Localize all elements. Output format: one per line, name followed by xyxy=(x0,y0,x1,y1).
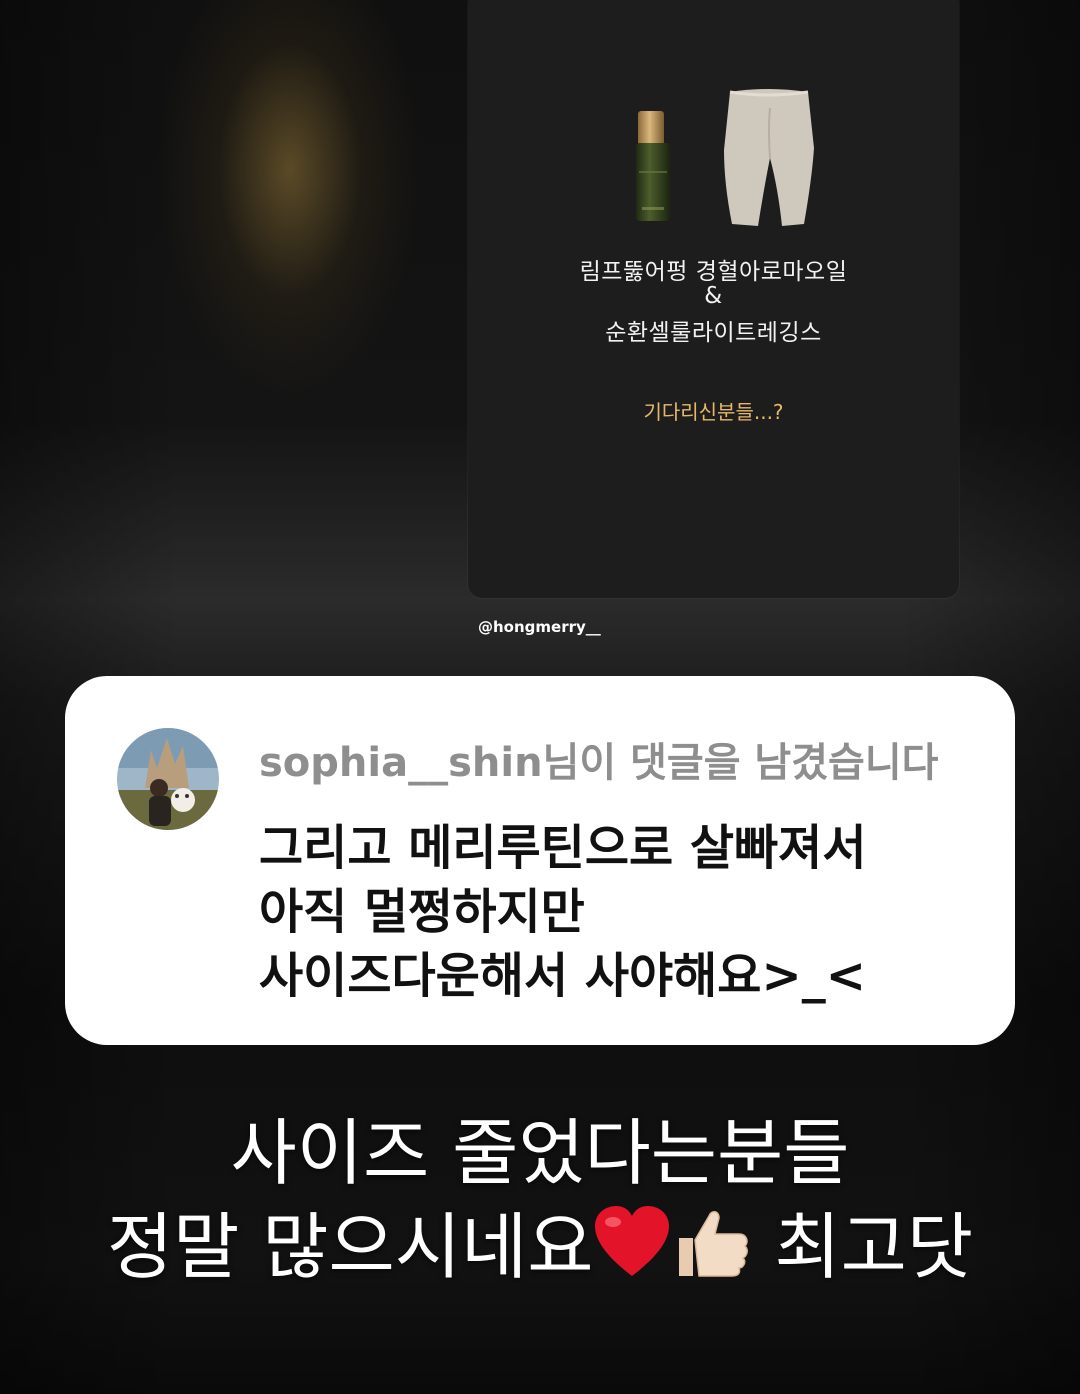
product-name-oil: 림프뚫어펑 경혈아로마오일 xyxy=(579,259,848,285)
product-name-leggings: 순환셀룰라이트레깅스 xyxy=(605,320,822,346)
heart-icon xyxy=(593,1206,671,1295)
product-ampersand: & xyxy=(704,283,723,309)
avatar-photo xyxy=(117,728,219,830)
comment-header: sophia__shin님이 댓글을 남겼습니다 xyxy=(259,740,939,786)
aroma-oil-bottle-image xyxy=(636,111,670,221)
caption-line-2: 정말 많으시네요 최고닷 xyxy=(0,1188,1080,1295)
comment-text-line-1: 그리고 메리루틴으로 살빠져서 xyxy=(259,820,867,876)
comment-text-line-3: 사이즈다운해서 사야해요>_< xyxy=(259,948,866,1004)
caption-line-2-end: 최고닷 xyxy=(774,1205,974,1289)
avatar[interactable] xyxy=(117,728,219,830)
comment-text-line-2: 아직 멀쩡하지만 xyxy=(259,884,585,940)
story-question: 기다리신분들...? xyxy=(643,400,784,424)
leggings-image xyxy=(724,89,814,226)
caption-line-1: 사이즈 줄었다는분들 xyxy=(230,1111,850,1195)
caption-line-2-text: 정말 많으시네요 xyxy=(106,1205,594,1289)
credit-username-link[interactable]: @hongmerry__ xyxy=(478,618,601,636)
story-screen: 림프뚫어펑 경혈아로마오일 & 순환셀룰라이트레깅스 기다리신분들...? @h… xyxy=(0,0,1080,1394)
thumbs-up-icon xyxy=(671,1206,751,1295)
